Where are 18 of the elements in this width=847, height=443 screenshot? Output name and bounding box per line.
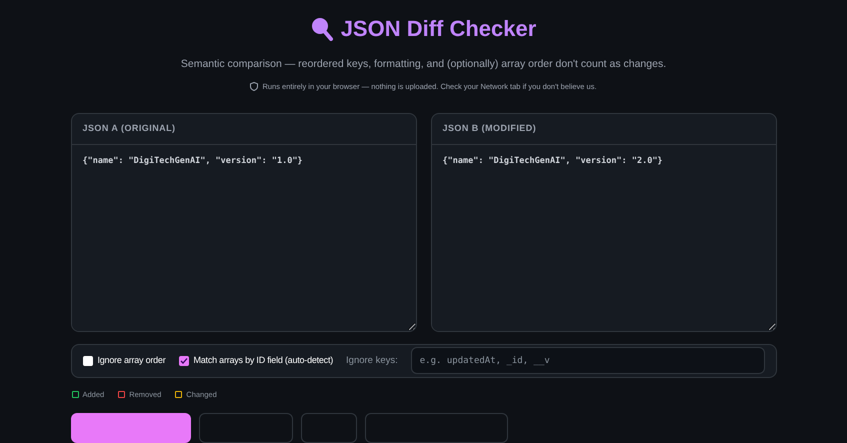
option-label: Match arrays by ID field (auto-detect) (194, 354, 334, 368)
shield-icon (250, 82, 258, 91)
subtitle: Semantic comparison — reordered keys, formatting, and (optionally) array order don't count as changes. (180, 57, 666, 72)
editor-label: JSON A (ORIGINAL) (82, 122, 176, 136)
ignore-keys-field[interactable]: e.g. updatedAt, _id, __v (410, 347, 764, 374)
editor-label: JSON B (MODIFIED) (442, 122, 536, 136)
magnifier-icon (310, 16, 333, 40)
secondary-button[interactable] (300, 413, 356, 443)
secondary-button[interactable] (198, 413, 292, 443)
secondary-button[interactable] (364, 413, 508, 443)
ignore-keys-label: Ignore keys: (346, 354, 398, 368)
primary-button[interactable] (70, 413, 190, 443)
page-title: JSON Diff Checker (340, 15, 536, 43)
checkbox[interactable] (82, 356, 92, 366)
json-editor[interactable]: JSON A (ORIGINAL) {"name": "DigiTechGenAI", "version": "1.0"} (70, 113, 416, 332)
checkbox[interactable] (178, 356, 188, 366)
option-label: Ignore array order (98, 354, 166, 368)
json-editor[interactable]: JSON B (MODIFIED) {"name": "DigiTechGenAI", "version": "2.0"} (430, 113, 776, 332)
